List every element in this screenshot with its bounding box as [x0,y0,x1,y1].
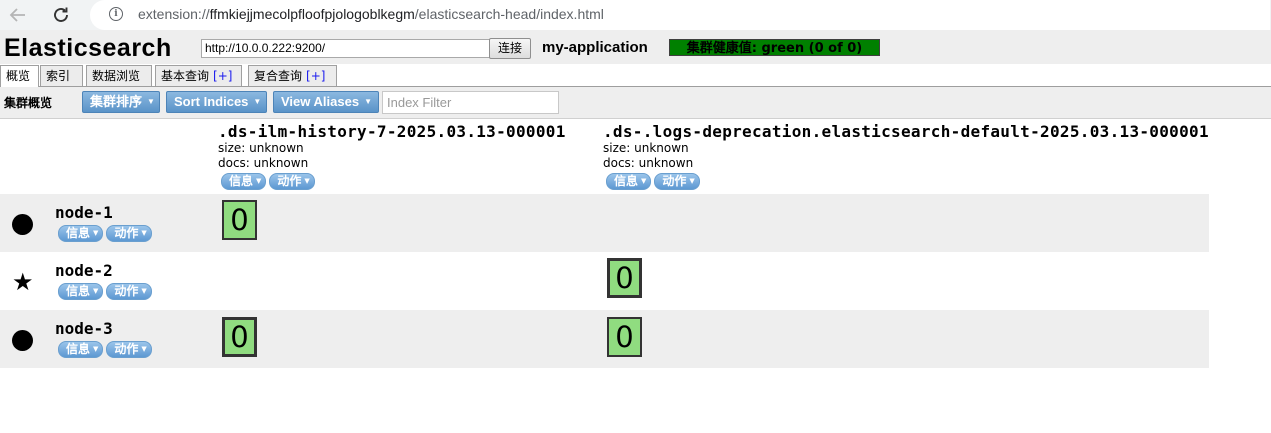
cluster-health-badge: 集群健康值: green (0 of 0) [669,39,880,56]
caret-down-icon: ▼ [253,97,262,106]
pill-label: 动作 [662,174,687,188]
button-label: Sort Indices [174,94,249,109]
caret-down-icon: ▼ [364,97,372,106]
index-name: .ds-ilm-history-7-2025.03.13-000001 [218,122,566,141]
url-text[interactable]: extension://ffmkiejjmecolpfloofpjologobl… [138,6,604,22]
caret-down-icon: ▼ [93,229,99,237]
index-header: .ds-ilm-history-7-2025.03.13-000001 size… [218,122,566,191]
tab-label: 复合查询 [254,69,303,83]
node-info-button[interactable]: 信息 ▼ [58,341,104,358]
url-prefix: extension:// [138,6,210,22]
tab-label: 索引 [46,69,71,83]
index-info-button[interactable]: 信息 ▼ [221,173,267,190]
sort-cluster-button[interactable]: 集群排序 ▼ [82,91,160,113]
pill-label: 动作 [114,284,139,298]
toolbar-title: 集群概览 [4,96,53,110]
tab-label: 概览 [6,69,31,83]
index-filter-input[interactable]: Index Filter [382,91,559,114]
index-info-button[interactable]: 信息 ▼ [606,173,652,190]
pill-label: 动作 [114,342,139,356]
caret-down-icon: ▼ [141,229,147,237]
tab-overview[interactable]: 概览 [0,65,39,87]
pill-label: 信息 [66,342,91,356]
index-action-button[interactable]: 动作 ▼ [654,173,700,190]
pill-label: 信息 [66,284,91,298]
tab-indices[interactable]: 索引 [40,65,83,86]
overview-toolbar: 集群概览 集群排序 ▼ Sort Indices ▼ View Aliases ▼ I… [0,87,1271,119]
node-name: node-2 [55,261,113,280]
pill-label: 动作 [114,226,139,240]
node-name: node-1 [55,203,113,222]
index-header: .ds-.logs-deprecation.elasticsearch-defa… [603,122,1209,191]
caret-down-icon: ▼ [141,345,147,353]
pill-label: 信息 [614,174,639,188]
back-arrow-icon[interactable] [8,5,28,25]
caret-down-icon: ▼ [689,177,695,185]
view-aliases-button[interactable]: View Aliases ▼ [273,91,379,113]
site-info-icon[interactable]: i [109,7,123,21]
url-path: /elasticsearch-head/index.html [414,6,604,22]
tab-plus: [+] [213,69,233,83]
caret-down-icon: ▼ [93,345,99,353]
index-size: size: unknown [603,141,689,155]
url-host: ffmkiejjmecolpfloofpjologoblkegm [209,6,415,22]
connect-button[interactable]: 连接 [489,38,531,59]
sort-indices-button[interactable]: Sort Indices ▼ [166,91,267,113]
node-dot-icon [12,330,33,351]
reload-icon[interactable] [50,4,72,26]
index-docs: docs: unknown [218,156,309,170]
shard-box[interactable]: 0 [607,317,642,357]
node-action-button[interactable]: 动作 ▼ [106,225,152,242]
tab-browser[interactable]: 数据浏览 [86,65,152,86]
index-action-button[interactable]: 动作 ▼ [269,173,315,190]
caret-down-icon: ▼ [304,177,310,185]
tab-plus: [+] [306,69,326,83]
main-tabs: 概览 索引 数据浏览 基本查询 [+] 复合查询 [+] [0,64,1271,87]
node-action-button[interactable]: 动作 ▼ [106,341,152,358]
node-row: node-3 信息 ▼ 动作 ▼ 0 0 [0,310,1209,368]
cluster-name: my-application [542,39,648,56]
node-row: ★ node-2 信息 ▼ 动作 ▼ 0 [0,252,1209,310]
shard-box[interactable]: 0 [222,200,257,240]
button-label: View Aliases [281,94,360,109]
index-size: size: unknown [218,141,304,155]
tab-compound-query[interactable]: 复合查询 [+] [248,65,337,86]
app-header: Elasticsearch 连接 my-application 集群健康值: g… [0,30,1271,64]
node-row: node-1 信息 ▼ 动作 ▼ 0 [0,194,1209,252]
browser-toolbar: i extension://ffmkiejjmecolpfloofpjologo… [0,0,1271,30]
address-bar[interactable]: i extension://ffmkiejjmecolpfloofpjologo… [90,0,1270,30]
button-label: 集群排序 [90,94,143,109]
node-name: node-3 [55,319,113,338]
index-docs: docs: unknown [603,156,694,170]
node-info-button[interactable]: 信息 ▼ [58,225,104,242]
tab-label: 数据浏览 [92,69,141,83]
node-dot-icon [12,214,33,235]
node-action-button[interactable]: 动作 ▼ [106,283,152,300]
caret-down-icon: ▼ [147,97,155,106]
index-name: .ds-.logs-deprecation.elasticsearch-defa… [603,122,1209,141]
caret-down-icon: ▼ [641,177,647,185]
pill-label: 信息 [229,174,254,188]
shard-box[interactable]: 0 [607,258,642,298]
pill-label: 动作 [277,174,302,188]
shard-box[interactable]: 0 [222,317,257,357]
caret-down-icon: ▼ [93,287,99,295]
app-title: Elasticsearch [4,34,172,62]
caret-down-icon: ▼ [141,287,147,295]
tab-label: 基本查询 [161,69,210,83]
star-icon: ★ [12,268,34,296]
tab-basic-query[interactable]: 基本查询 [+] [155,65,242,86]
pill-label: 信息 [66,226,91,240]
caret-down-icon: ▼ [256,177,262,185]
connection-url-input[interactable] [201,39,492,58]
node-info-button[interactable]: 信息 ▼ [58,283,104,300]
